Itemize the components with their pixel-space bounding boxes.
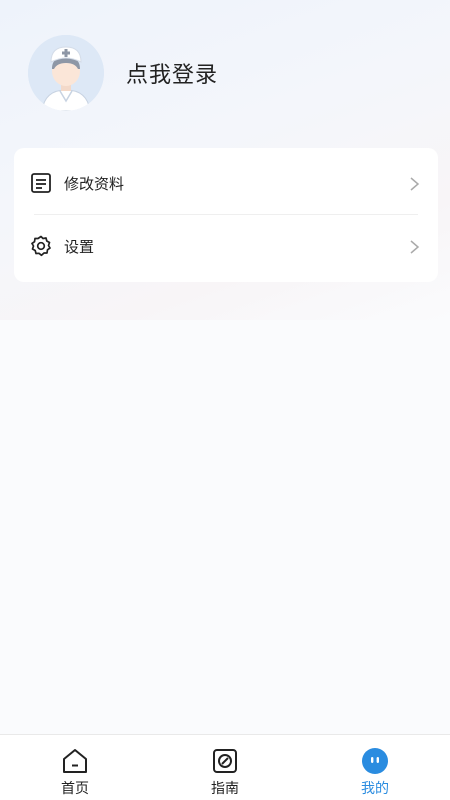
tab-label: 指南: [211, 781, 239, 797]
chevron-right-icon: [408, 239, 420, 254]
menu-card: 修改资料 设置: [14, 148, 438, 282]
doctor-avatar-icon[interactable]: [28, 35, 104, 111]
home-icon: [61, 747, 89, 775]
profile-header[interactable]: 点我登录: [28, 35, 218, 111]
document-icon: [30, 172, 52, 194]
gear-icon: [30, 235, 52, 257]
menu-item-label: 设置: [64, 237, 95, 256]
menu-item-label: 修改资料: [64, 174, 125, 193]
tab-label: 我的: [361, 781, 389, 797]
login-prompt-link[interactable]: 点我登录: [126, 57, 218, 89]
tab-label: 首页: [61, 781, 89, 797]
tab-guide[interactable]: 指南: [150, 735, 300, 800]
bottom-tab-bar: 首页 指南 我的: [0, 734, 450, 800]
profile-face-icon: [361, 747, 389, 775]
menu-item-edit-profile[interactable]: 修改资料: [14, 151, 438, 215]
menu-item-settings[interactable]: 设置: [14, 214, 438, 278]
tab-home[interactable]: 首页: [0, 735, 150, 800]
guide-icon: [211, 747, 239, 775]
tab-mine[interactable]: 我的: [300, 735, 450, 800]
chevron-right-icon: [408, 176, 420, 191]
